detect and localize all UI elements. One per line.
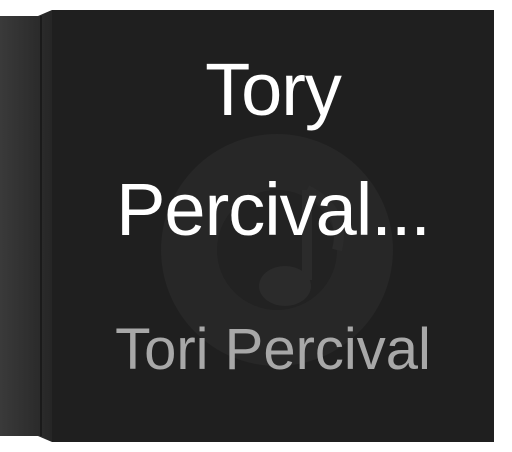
album-cover[interactable]: Tory Percival... Tori Percival xyxy=(52,10,494,442)
album-title-line-2: Percival... xyxy=(116,168,431,251)
album-artwork-view: Tory Percival... Tori Percival xyxy=(0,0,512,452)
album-title-line-1: Tory xyxy=(205,48,342,131)
artist-name: Tori Percival xyxy=(115,317,431,382)
spine-edge xyxy=(40,16,42,436)
album-spine xyxy=(0,10,52,442)
